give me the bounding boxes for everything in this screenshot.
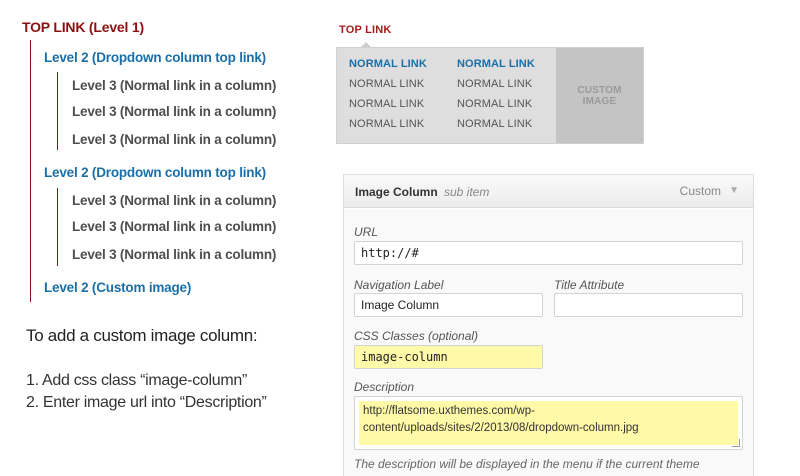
url-input[interactable]: http://#	[354, 241, 743, 265]
description-textarea[interactable]: http://flatsome.uxthemes.com/wp- content…	[354, 396, 743, 450]
description-line: http://flatsome.uxthemes.com/wp-	[363, 405, 535, 417]
url-label: URL	[354, 225, 379, 239]
menu-column: NORMAL LINK NORMAL LINK NORMAL LINK NORM…	[457, 58, 557, 138]
description-text: http://flatsome.uxthemes.com/wp- content…	[359, 401, 738, 445]
howto-step: 2. Enter image url into “Description”	[26, 394, 267, 411]
description-line: content/uploads/sites/2/2013/08/dropdown…	[363, 422, 639, 434]
menu-structure-tree: TOP LINK (Level 1) Level 2 (Dropdown col…	[0, 0, 330, 476]
normal-link[interactable]: NORMAL LINK	[457, 118, 557, 138]
level3-normal-link: Level 3 (Normal link in a column)	[72, 247, 277, 262]
menu-item-settings: URL http://# Navigation Label Image Colu…	[344, 209, 753, 476]
level2-dropdown-column-link: Level 2 (Dropdown column top link)	[44, 50, 266, 65]
menu-item-type: Custom	[679, 184, 721, 198]
description-note: The description will be displayed in the…	[354, 457, 700, 471]
custom-image-label: IMAGE	[582, 95, 617, 107]
normal-link[interactable]: NORMAL LINK	[349, 78, 449, 98]
menu-item-header[interactable]: Image Column sub item Custom ▼	[344, 175, 753, 208]
title-attribute-input[interactable]	[554, 293, 743, 317]
level2-dropdown-column-link: Level 2 (Dropdown column top link)	[44, 165, 266, 180]
tree-connector-level2	[57, 188, 58, 266]
preview-top-link[interactable]: TOP LINK	[339, 24, 392, 36]
tree-connector-level1	[30, 40, 31, 302]
menu-item-panel: Image Column sub item Custom ▼ URL http:…	[343, 174, 754, 476]
menu-item-subtitle: sub item	[444, 185, 490, 199]
expand-arrow-icon[interactable]: ▼	[729, 185, 739, 196]
column-top-link[interactable]: NORMAL LINK	[457, 58, 557, 78]
howto-step: 1. Add css class “image-column”	[26, 372, 248, 389]
menu-item-title: Image Column	[355, 185, 438, 199]
level3-normal-link: Level 3 (Normal link in a column)	[72, 193, 277, 208]
normal-link[interactable]: NORMAL LINK	[349, 98, 449, 118]
resize-grip-icon[interactable]	[732, 439, 740, 447]
normal-link[interactable]: NORMAL LINK	[349, 118, 449, 138]
navigation-label-input[interactable]: Image Column	[354, 293, 543, 317]
menu-column: NORMAL LINK NORMAL LINK NORMAL LINK NORM…	[349, 58, 449, 138]
mega-menu-dropdown: NORMAL LINK NORMAL LINK NORMAL LINK NORM…	[336, 47, 644, 144]
level1-top-link: TOP LINK (Level 1)	[22, 19, 144, 35]
tree-connector-level2	[57, 72, 58, 150]
column-top-link[interactable]: NORMAL LINK	[349, 58, 449, 78]
normal-link[interactable]: NORMAL LINK	[457, 78, 557, 98]
navigation-label-label: Navigation Label	[354, 278, 444, 292]
css-classes-label: CSS Classes (optional)	[354, 329, 479, 343]
css-classes-input[interactable]: image-column	[354, 345, 543, 369]
custom-image-label: CUSTOM	[577, 84, 622, 96]
normal-link[interactable]: NORMAL LINK	[457, 98, 557, 118]
level2-custom-image: Level 2 (Custom image)	[44, 280, 192, 295]
level3-normal-link: Level 3 (Normal link in a column)	[72, 78, 277, 93]
level3-normal-link: Level 3 (Normal link in a column)	[72, 132, 277, 147]
level3-normal-link: Level 3 (Normal link in a column)	[72, 104, 277, 119]
howto-title: To add a custom image column:	[26, 326, 258, 345]
level3-normal-link: Level 3 (Normal link in a column)	[72, 219, 277, 234]
description-label: Description	[354, 380, 415, 394]
title-attribute-label: Title Attribute	[554, 278, 625, 292]
custom-image-column[interactable]: CUSTOM IMAGE	[556, 48, 643, 143]
